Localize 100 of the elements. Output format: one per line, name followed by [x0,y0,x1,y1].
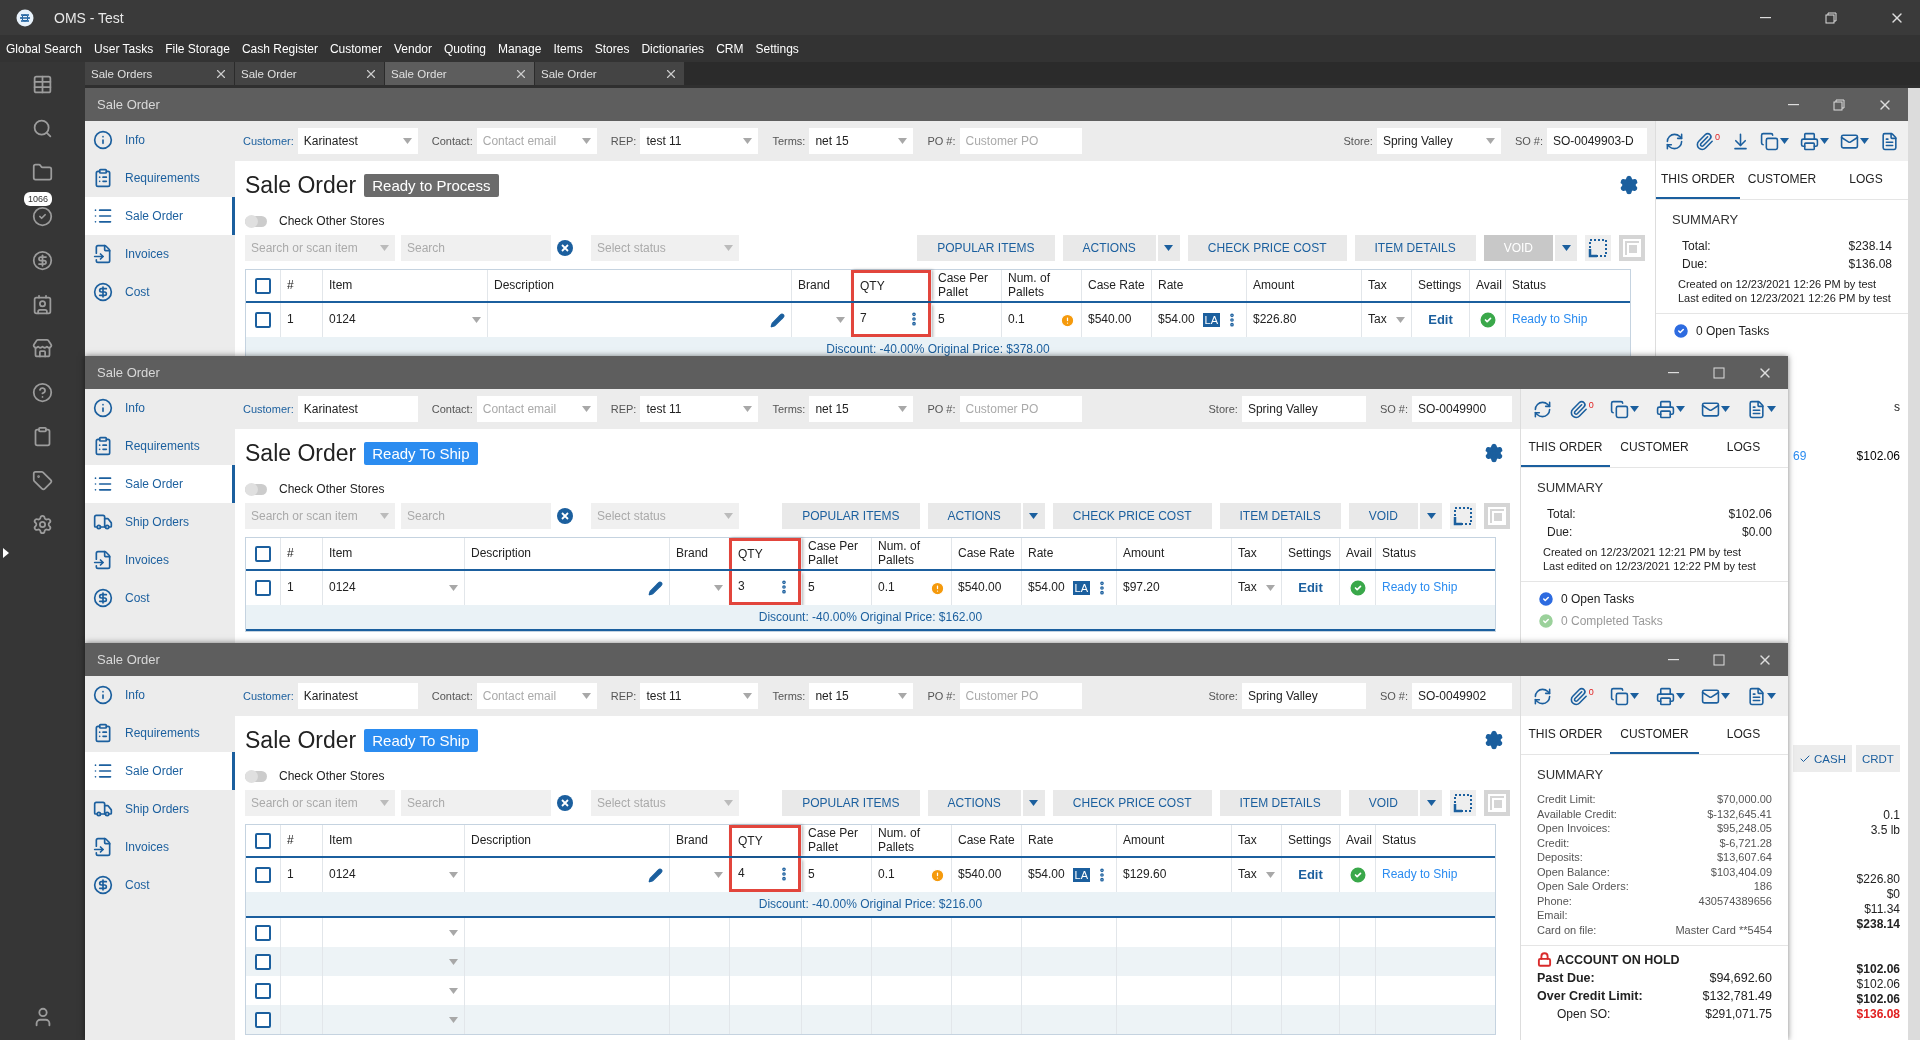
panel-tab[interactable]: CUSTOMER [1740,161,1824,199]
checkbox[interactable] [255,312,271,328]
nav-item[interactable]: Cost [85,866,235,904]
toolbar-button[interactable] [1655,686,1685,706]
menu-item[interactable]: Dictionaries [641,41,705,56]
toolbar-button[interactable] [1879,131,1899,151]
menu-item[interactable]: Stores [594,41,630,56]
contact-card-icon[interactable] [32,294,53,315]
clipboard-icon[interactable] [32,426,53,447]
dropdown-field[interactable]: net 15 [809,683,914,709]
dropdown-button[interactable] [1420,503,1442,529]
nav-item[interactable]: Requirements [85,427,235,465]
toolbar-button[interactable]: 0 [1568,686,1594,706]
input-field[interactable]: Spring Valley [1241,396,1366,422]
clear-icon[interactable] [557,795,573,811]
clear-icon[interactable] [557,240,573,256]
checkbox[interactable] [255,953,271,970]
select-area-button[interactable] [1450,503,1476,529]
panel-tab[interactable]: LOGS [1699,716,1788,754]
nav-item[interactable]: Cost [85,579,235,617]
panel-tab[interactable]: LOGS [1824,161,1908,199]
action-button[interactable]: POPULAR ITEMS [917,235,1055,261]
nav-item[interactable]: Requirements [85,159,235,197]
select-area-button[interactable] [1585,235,1611,261]
toolbar-button[interactable] [1655,399,1685,419]
check-circle-icon[interactable] [32,206,53,227]
input-field[interactable]: SO-0049903-D [1547,128,1647,154]
input-field[interactable]: Karinatest [297,683,418,709]
toolbar-button[interactable]: 0 [1568,399,1594,419]
panel-tab[interactable]: LOGS [1699,429,1788,467]
toolbar-button[interactable] [1610,686,1640,706]
status-link[interactable]: Ready to Ship [1382,581,1458,595]
folder-icon[interactable] [32,162,53,183]
action-button[interactable]: VOID [1348,790,1418,816]
toolbar-button[interactable] [1533,399,1553,419]
dropdown-field[interactable]: test 11 [640,396,759,422]
dropdown-field[interactable]: Spring Valley [1376,128,1501,154]
document-tab[interactable]: Sale Order [385,62,535,85]
settings-icon[interactable] [1484,730,1504,750]
dropdown-button[interactable] [1022,503,1045,529]
nav-item[interactable]: Ship Orders [85,503,235,541]
action-button[interactable]: ITEM DETAILS [1219,790,1341,816]
action-button[interactable]: CHECK PRICE COST [1052,790,1212,816]
menu-item[interactable]: CRM [716,41,744,56]
settings-icon[interactable] [32,514,53,535]
order-link[interactable]: 69 [1793,449,1807,463]
panel-tab[interactable]: THIS ORDER [1656,161,1740,199]
dropdown-field[interactable]: Karinatest [297,128,418,154]
tag-icon[interactable] [32,470,53,491]
toolbar-button[interactable] [1746,686,1776,706]
dropdown-field[interactable]: net 15 [809,396,914,422]
search-icon[interactable] [32,118,53,139]
checkbox[interactable] [255,277,271,294]
action-button[interactable]: ACTIONS [1062,235,1156,261]
menu-item[interactable]: File Storage [165,41,230,56]
toolbar-button[interactable]: 0 [1695,131,1721,151]
payment-button[interactable]: CRDT [1855,745,1900,772]
checkbox[interactable] [255,924,271,941]
toolbar-button[interactable] [1839,131,1869,151]
action-button[interactable]: POPULAR ITEMS [782,790,920,816]
edit-link[interactable]: Edit [1428,312,1453,328]
settings-icon[interactable] [1619,175,1639,195]
panel-tab[interactable]: THIS ORDER [1521,429,1610,467]
toolbar-button[interactable] [1800,131,1830,151]
checkbox[interactable] [255,982,271,999]
payment-button[interactable]: CASH [1793,745,1852,772]
action-button[interactable]: CHECK PRICE COST [1187,235,1347,261]
toolbar-button[interactable] [1701,686,1731,706]
action-button[interactable]: ITEM DETAILS [1354,235,1476,261]
checkbox[interactable] [255,832,271,849]
nav-item[interactable]: Info [85,676,235,714]
dropdown-field[interactable]: test 11 [640,683,759,709]
scrollbar[interactable] [1908,88,1920,1040]
panel-tab[interactable]: CUSTOMER [1610,429,1699,467]
dropdown-button[interactable] [1157,235,1180,261]
dropdown-button[interactable] [1420,790,1442,816]
toggle-switch[interactable] [245,770,267,782]
checkbox[interactable] [255,545,271,562]
document-tab[interactable]: Sale Order [235,62,385,85]
nav-item[interactable]: Invoices [85,828,235,866]
document-tab[interactable]: Sale Order [535,62,685,85]
expand-arrow-icon[interactable] [3,548,9,558]
status-link[interactable]: Ready to Ship [1382,868,1458,882]
clear-icon[interactable] [557,508,573,524]
menu-item[interactable]: Vendor [393,41,432,56]
status-link[interactable]: Ready to Ship [1512,313,1588,327]
dropdown-button[interactable] [1022,790,1045,816]
table-icon[interactable] [32,74,53,95]
panel-tab[interactable]: THIS ORDER [1521,716,1610,754]
settings-icon[interactable] [1484,443,1504,463]
action-button[interactable]: POPULAR ITEMS [782,503,920,529]
menu-item[interactable]: Global Search [6,41,83,56]
toolbar-button[interactable] [1610,399,1640,419]
action-button[interactable]: ACTIONS [927,790,1021,816]
menu-item[interactable]: Items [553,41,583,56]
input-field[interactable]: SO-0049900 [1412,396,1512,422]
edit-link[interactable]: Edit [1298,867,1323,883]
checkbox[interactable] [255,580,271,596]
toolbar-button[interactable] [1533,686,1553,706]
nav-item[interactable]: Sale Order [85,465,235,503]
